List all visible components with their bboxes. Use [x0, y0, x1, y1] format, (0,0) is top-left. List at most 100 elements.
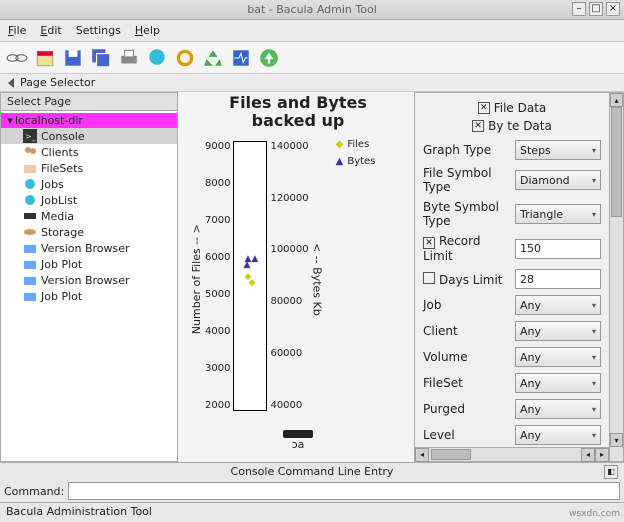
- menu-edit[interactable]: Edit: [40, 24, 61, 37]
- watermark: wsxdn.com: [569, 509, 620, 519]
- recycle-icon[interactable]: [202, 47, 224, 69]
- maximize-button[interactable]: □: [589, 2, 603, 16]
- command-label: Command:: [4, 485, 64, 498]
- command-input[interactable]: [68, 482, 620, 500]
- menu-settings[interactable]: Settings: [76, 24, 121, 37]
- volume-combo[interactable]: Any▾: [515, 347, 601, 367]
- expand-icon[interactable]: ▾: [5, 114, 15, 127]
- client-combo[interactable]: Any▾: [515, 321, 601, 341]
- chat-icon[interactable]: [146, 47, 168, 69]
- connect-icon[interactable]: [6, 47, 28, 69]
- calendar-icon[interactable]: [34, 47, 56, 69]
- tree-root-label: localhost-dir: [15, 114, 83, 127]
- job-combo[interactable]: Any▾: [515, 295, 601, 315]
- status-bar: Bacula Administration Tool wsxdn.com: [0, 502, 624, 520]
- folder-blue-icon: [23, 289, 37, 303]
- prop-label: FileSet: [423, 376, 463, 390]
- menu-help[interactable]: Help: [135, 24, 160, 37]
- up-arrow-icon[interactable]: [258, 47, 280, 69]
- toolbar: [0, 42, 624, 74]
- file-data-checkbox[interactable]: ✕: [478, 102, 490, 114]
- collapse-icon[interactable]: [8, 78, 14, 88]
- x-axis-label: ɔa: [292, 438, 305, 451]
- menu-file[interactable]: File: [8, 24, 26, 37]
- menubar: File Edit Settings Help: [0, 20, 624, 42]
- file-symbol-type-combo[interactable]: Diamond▾: [515, 170, 601, 190]
- gear-icon: [23, 177, 37, 191]
- days-limit-input[interactable]: 28: [515, 269, 601, 289]
- record-limit-input[interactable]: 150: [515, 239, 601, 259]
- window-title: bat - Bacula Admin Tool: [247, 3, 377, 16]
- chart-title: Files and Bytes backed up: [188, 94, 408, 131]
- days-limit-checkbox[interactable]: [423, 272, 435, 284]
- print-icon[interactable]: [118, 47, 140, 69]
- page-tree: Select Page ▾ localhost-dir >_Console Cl…: [0, 92, 178, 462]
- byte-data-checkbox[interactable]: ✕: [472, 120, 484, 132]
- tree-item-version-browser-2[interactable]: Version Browser: [1, 272, 177, 288]
- byte-data-label: By te Data: [488, 119, 552, 133]
- right-axis-label: < -- Bytes Kb: [309, 133, 326, 426]
- command-row: Command:: [0, 480, 624, 502]
- detach-button[interactable]: ◧: [604, 465, 618, 479]
- vertical-scrollbar[interactable]: ▴ ▾: [609, 93, 623, 461]
- minimize-button[interactable]: –: [572, 2, 586, 16]
- close-button[interactable]: ×: [606, 2, 620, 16]
- tree-item-media[interactable]: Media: [1, 208, 177, 224]
- byte-symbol-type-combo[interactable]: Triangle▾: [515, 204, 601, 224]
- prop-label: Byte Symbol Type: [423, 200, 499, 228]
- x-axis-area: ɔa: [188, 430, 408, 460]
- plot-area: ▲▲ ▲ ◆ ◆: [233, 141, 267, 411]
- tree-item-joblist[interactable]: JobList: [1, 192, 177, 208]
- scroll-left2-button[interactable]: ◂: [581, 448, 595, 462]
- graph-type-combo[interactable]: Steps▾: [515, 140, 601, 160]
- fileset-combo[interactable]: Any▾: [515, 373, 601, 393]
- right-axis-ticks: 140000120000100000800006000040000: [267, 141, 308, 411]
- monitor-icon[interactable]: [230, 47, 252, 69]
- left-axis-ticks: 90008000700060005000400030002000: [205, 141, 233, 411]
- tree-item-jobs[interactable]: Jobs: [1, 176, 177, 192]
- tree-root[interactable]: ▾ localhost-dir: [1, 113, 177, 128]
- gear-icon: [23, 193, 37, 207]
- purged-combo[interactable]: Any▾: [515, 399, 601, 419]
- window-titlebar: bat - Bacula Admin Tool – □ ×: [0, 0, 624, 20]
- tree-item-version-browser[interactable]: Version Browser: [1, 240, 177, 256]
- tree-item-job-plot[interactable]: Job Plot: [1, 256, 177, 272]
- tree-item-storage[interactable]: Storage: [1, 224, 177, 240]
- disk-icon: [23, 225, 37, 239]
- tree-item-filesets[interactable]: FileSets: [1, 160, 177, 176]
- tree-item-console[interactable]: >_Console: [1, 128, 177, 144]
- triangle-icon: ▲: [336, 156, 344, 167]
- page-tree-header: Select Page: [1, 93, 177, 111]
- record-limit-checkbox[interactable]: ✕: [423, 237, 435, 249]
- scroll-thumb[interactable]: [611, 107, 622, 217]
- folder-icon: [23, 161, 37, 175]
- settings-icon[interactable]: [174, 47, 196, 69]
- scroll-up-button[interactable]: ▴: [610, 93, 623, 107]
- prop-label: Graph Type: [423, 143, 491, 157]
- scroll-right-button[interactable]: ▸: [595, 448, 609, 462]
- file-data-label: File Data: [494, 101, 547, 115]
- diamond-icon: ◆: [336, 139, 344, 150]
- prop-label: Volume: [423, 350, 468, 364]
- prop-label: File Symbol Type: [423, 166, 492, 194]
- save-icon[interactable]: [62, 47, 84, 69]
- page-selector-label: Page Selector: [20, 76, 95, 89]
- save-all-icon[interactable]: [90, 47, 112, 69]
- tape-icon: [23, 209, 37, 223]
- prop-label: Days Limit: [439, 273, 503, 287]
- scroll-thumb-h[interactable]: [431, 449, 471, 460]
- scroll-down-button[interactable]: ▾: [610, 433, 623, 447]
- folder-blue-icon: [23, 257, 37, 271]
- svg-text:>_: >_: [25, 132, 37, 141]
- bytes-marker-icon: ▲: [243, 260, 250, 270]
- console-entry-bar: Console Command Line Entry ◧: [0, 462, 624, 480]
- tree-item-job-plot-2[interactable]: Job Plot: [1, 288, 177, 304]
- tree-item-clients[interactable]: Clients: [1, 144, 177, 160]
- horizontal-scrollbar[interactable]: ◂ ◂ ▸: [415, 447, 609, 461]
- prop-label: Job: [423, 298, 442, 312]
- files-marker-icon: ◆: [248, 278, 255, 288]
- page-selector-bar: Page Selector: [0, 74, 624, 92]
- scroll-left-button[interactable]: ◂: [415, 448, 429, 462]
- level-combo[interactable]: Any▾: [515, 425, 601, 445]
- terminal-icon: >_: [23, 129, 37, 143]
